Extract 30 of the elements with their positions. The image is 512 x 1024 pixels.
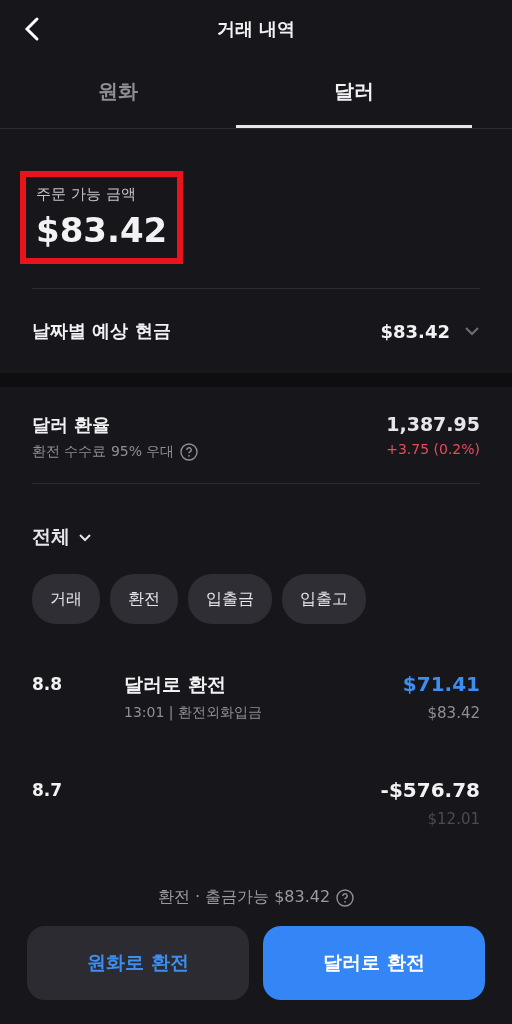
- help-icon[interactable]: [336, 888, 355, 907]
- filter-chip[interactable]: 환전: [110, 574, 178, 624]
- exchange-button[interactable]: 원화로 환전: [27, 926, 249, 1000]
- filter-dropdown[interactable]: 전체: [32, 524, 92, 550]
- exchange-button[interactable]: 달러로 환전: [263, 926, 485, 1000]
- chevron-down-icon: [78, 532, 92, 542]
- chevron-icon[interactable]: [464, 326, 480, 336]
- transaction-date: 8.7: [32, 779, 64, 802]
- currency-tab[interactable]: 달러: [236, 58, 472, 128]
- page-title: 거래 내역: [216, 17, 296, 41]
- currency-tab[interactable]: 원화: [0, 58, 236, 128]
- transaction-amount: $71.41: [402, 672, 480, 696]
- rate-label: 달러 환율: [32, 413, 112, 437]
- help-icon[interactable]: [180, 443, 199, 461]
- filter-chip[interactable]: 입출금: [188, 574, 272, 624]
- transaction-detail: 13:01 | 환전외화입금: [124, 704, 263, 722]
- transaction-title: 달러로 환전: [124, 672, 227, 697]
- transaction-date: 8.8: [32, 673, 64, 696]
- balance-label: 주문 가능 금액: [36, 185, 137, 204]
- filter-chip[interactable]: 거래: [32, 574, 100, 624]
- transaction-amount: -$576.78: [380, 778, 480, 802]
- withdrawable-note: 환전 · 출금가능 $83.42: [157, 887, 331, 908]
- balance-after: $83.42: [427, 704, 480, 722]
- fee-note: 환전 수수료 95% 우대: [32, 443, 175, 461]
- rate-value: 1,387.95: [386, 413, 480, 435]
- rate-change: +3.75 (0.2%): [386, 441, 480, 457]
- expected-cash-amount: $83.42: [380, 320, 450, 342]
- balance-amount: $83.42: [36, 210, 168, 250]
- expected-cash-label: 날짜별 예상 현금: [32, 319, 171, 343]
- filter-chip[interactable]: 입출고: [282, 574, 366, 624]
